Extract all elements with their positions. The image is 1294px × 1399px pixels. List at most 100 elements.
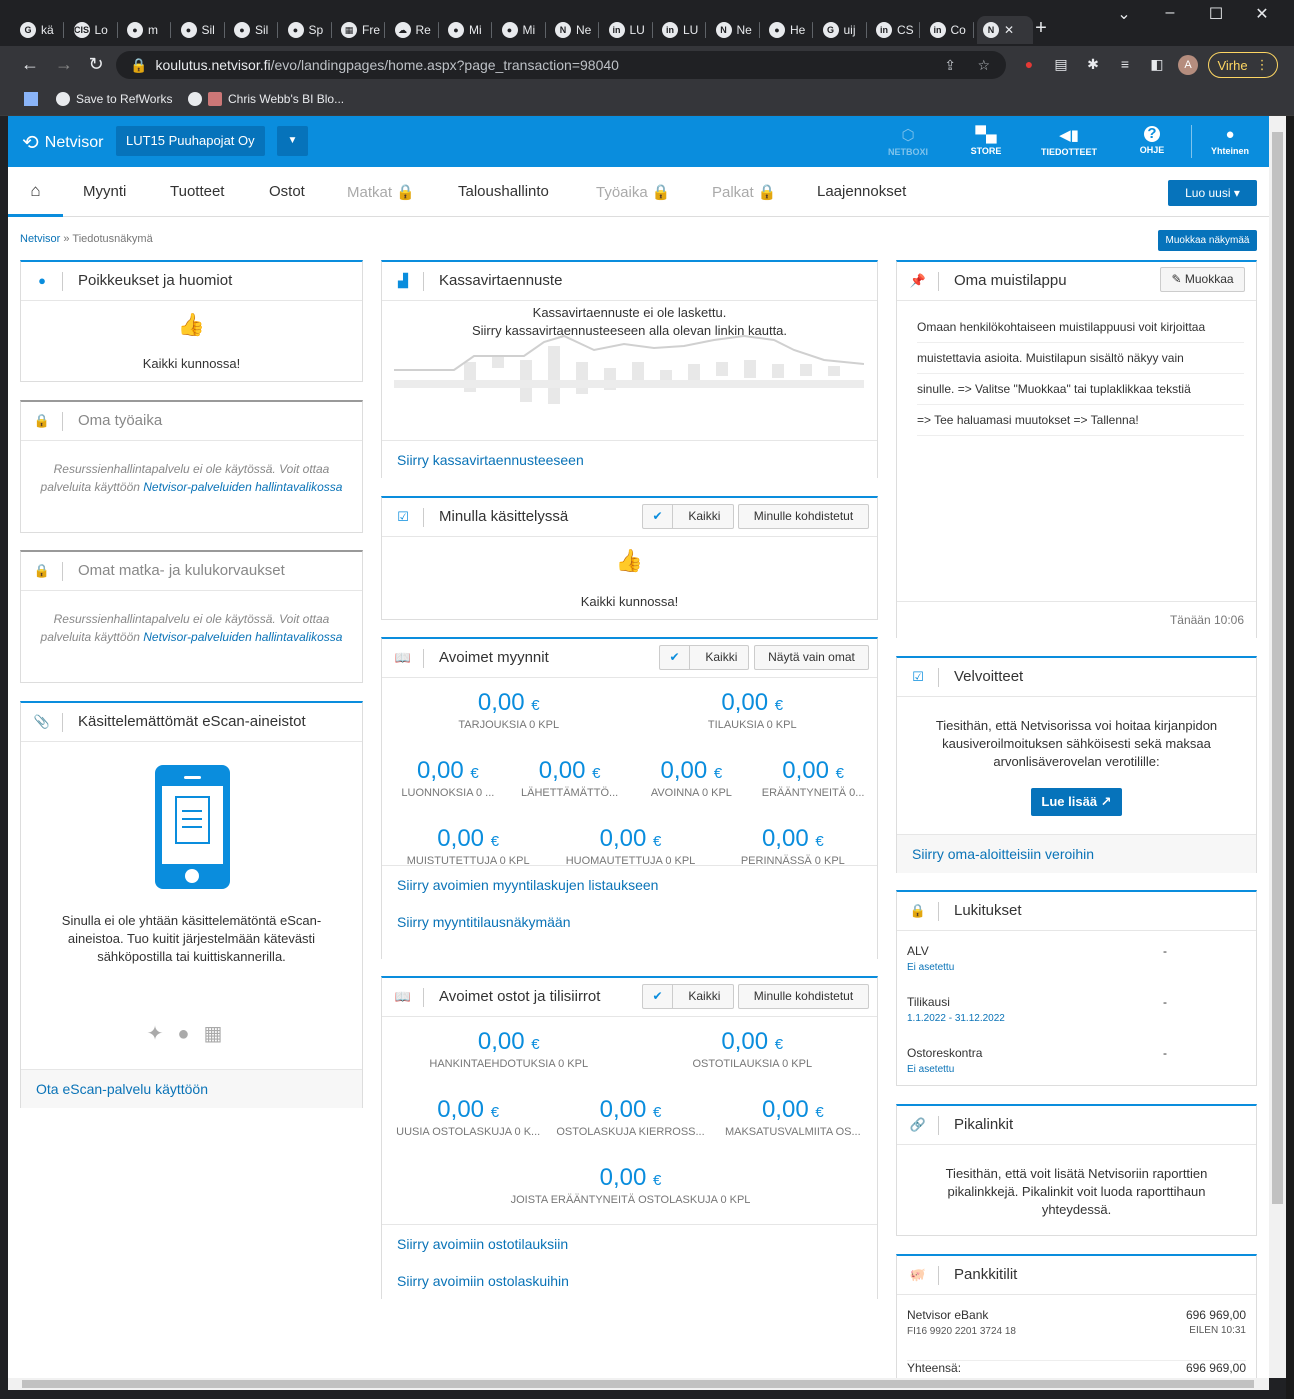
reload-icon[interactable]: ↻ — [84, 54, 108, 75]
logo-text: Netvisor — [44, 133, 104, 151]
sales-orders-link[interactable]: Siirry myyntitilausnäkymään — [397, 914, 571, 930]
menu-tuotteet[interactable]: Tuotteet — [170, 183, 224, 200]
browser-tab[interactable]: ● Sil — [175, 16, 225, 44]
share-icon[interactable]: ⇪ — [944, 57, 956, 74]
browser-tab[interactable]: ▦ Fre — [335, 16, 385, 44]
new-tab-button[interactable]: + — [1030, 18, 1052, 40]
browser-tab[interactable]: ☁ Re — [389, 16, 439, 44]
stat-tile[interactable]: 0,00 € PERINNÄSSÄ 0 KPL — [712, 825, 874, 867]
services-link[interactable]: Netvisor-palveluiden hallintavalikossa — [143, 480, 342, 494]
stat-tile[interactable]: 0,00 € MAKSATUSVALMIITA OS... — [712, 1096, 874, 1138]
tab-favicon-icon: ● — [234, 22, 250, 38]
extension-doc-icon[interactable]: ▤ — [1052, 56, 1070, 74]
browser-tab[interactable]: N ✕ — [977, 16, 1033, 44]
apps-icon[interactable] — [24, 92, 38, 106]
stat-tile[interactable]: 0,00 € JOISTA ERÄÄNTYNEITÄ OSTOLASKUJA 0 … — [387, 1164, 874, 1206]
stat-tile[interactable]: 0,00 € ERÄÄNTYNEITÄ 0... — [752, 757, 874, 799]
menu-myynti[interactable]: Myynti — [83, 183, 126, 200]
stat-tile[interactable]: 0,00 € AVOINNA 0 KPL — [631, 757, 753, 799]
stat-tile[interactable]: 0,00 € TARJOUKSIA 0 KPL — [387, 689, 631, 731]
menu-taloushallinto[interactable]: Taloushallinto — [458, 183, 549, 200]
browser-tab[interactable]: Gkä — [14, 16, 64, 44]
minimize-button[interactable]: – — [1150, 4, 1190, 22]
purchase-orders-link[interactable]: Siirry avoimiin ostotilauksiin — [397, 1236, 568, 1252]
back-icon[interactable]: ← — [18, 54, 42, 75]
kassa-link[interactable]: Siirry kassavirtaennusteeseen — [397, 452, 584, 468]
stat-tile[interactable]: 0,00 € LUONNOKSIA 0 ... — [387, 757, 509, 799]
browser-tab[interactable]: in LU — [603, 16, 653, 44]
services-link[interactable]: Netvisor-palveluiden hallintavalikossa — [143, 630, 342, 644]
stat-tile[interactable]: 0,00 € HANKINTAEHDOTUKSIA 0 KPL — [387, 1028, 631, 1070]
browser-tab[interactable]: in LU — [656, 16, 706, 44]
browser-tab[interactable]: ● He — [763, 16, 813, 44]
browser-tab[interactable]: Guij — [817, 16, 867, 44]
filter-mine-button[interactable]: Minulle kohdistetut — [738, 984, 869, 1009]
company-selector[interactable]: LUT15 Puuhapojat Oy — [116, 126, 265, 156]
error-button[interactable]: Virhe ⋮ — [1208, 52, 1278, 78]
stat-tile[interactable]: 0,00 € LÄHETTÄMÄTTÖ... — [509, 757, 631, 799]
browser-tab[interactable]: in Co — [924, 16, 974, 44]
extensions-puzzle-icon[interactable]: ✱ — [1084, 56, 1102, 74]
vertical-scrollbar[interactable] — [1269, 116, 1286, 1378]
user-button[interactable]: ● Yhteinen — [1200, 126, 1260, 156]
sales-invoices-link[interactable]: Siirry avoimien myyntilaskujen listaukse… — [397, 877, 658, 893]
filter-all-button[interactable]: ✔ Kaikki — [659, 645, 749, 670]
maximize-button[interactable]: ☐ — [1196, 4, 1236, 24]
home-icon[interactable]: ⌂ — [8, 167, 63, 217]
menu-palkat[interactable]: Palkat 🔒 — [712, 183, 777, 201]
tab-search-icon[interactable]: ⌄ — [1104, 4, 1144, 24]
purchase-invoices-link[interactable]: Siirry avoimiin ostolaskuihin — [397, 1273, 569, 1289]
read-more-button[interactable]: Lue lisää ↗ — [1031, 788, 1122, 816]
filter-all-button[interactable]: ✔ Kaikki — [642, 504, 734, 529]
vertical-scrollbar-thumb[interactable] — [1272, 132, 1283, 1204]
taxes-link[interactable]: Siirry oma-aloitteisiin veroihin — [912, 846, 1094, 862]
address-bar[interactable]: 🔒 koulutus.netvisor.fi/evo/landingpages/… — [116, 51, 1006, 79]
filter-all-button[interactable]: ✔ Kaikki — [642, 984, 734, 1009]
bank-account-row[interactable]: Netvisor eBank FI16 9920 2201 3724 18 69… — [907, 1308, 1246, 1337]
menu-matkat[interactable]: Matkat 🔒 — [347, 183, 415, 201]
horizontal-scrollbar-thumb[interactable] — [22, 1380, 1254, 1388]
browser-tab[interactable]: ● Mi — [442, 16, 492, 44]
edit-note-button[interactable]: ✎ Muokkaa — [1160, 267, 1245, 292]
netboxi-button[interactable]: ⬡ NETBOXI — [878, 126, 938, 157]
bookmark-refworks[interactable]: Save to RefWorks — [56, 92, 172, 106]
extension-adblock-icon[interactable]: ● — [1020, 56, 1038, 74]
close-window-button[interactable]: ✕ — [1242, 4, 1282, 24]
menu-ostot[interactable]: Ostot — [269, 183, 305, 200]
stat-tile[interactable]: 0,00 € UUSIA OSTOLASKUJA 0 K... — [387, 1096, 549, 1138]
bookmark-star-icon[interactable]: ☆ — [977, 57, 990, 74]
stat-tile[interactable]: 0,00 € TILAUKSIA 0 KPL — [631, 689, 875, 731]
store-button[interactable]: ▀▄ STORE — [956, 126, 1016, 156]
browser-tab[interactable]: N Ne — [549, 16, 599, 44]
menu-tyoaika[interactable]: Työaika 🔒 — [596, 183, 671, 201]
stat-tile[interactable]: 0,00 € MUISTUTETTUJA 0 KPL — [387, 825, 549, 867]
browser-tab[interactable]: N Ne — [710, 16, 760, 44]
browser-tab[interactable]: CIS Lo — [68, 16, 118, 44]
netvisor-logo[interactable]: ⟲ Netvisor — [22, 130, 103, 155]
stat-tile[interactable]: 0,00 € HUOMAUTETTUJA 0 KPL — [549, 825, 711, 867]
stat-tile[interactable]: 0,00 € OSTOTILAUKSIA 0 KPL — [631, 1028, 875, 1070]
note-text[interactable]: Omaan henkilökohtaiseen muistilappuusi v… — [917, 312, 1244, 436]
browser-tab[interactable]: ● Mi — [496, 16, 546, 44]
filter-own-button[interactable]: Näytä vain omat — [754, 645, 869, 670]
forward-icon[interactable]: → — [52, 54, 76, 75]
breadcrumb-root[interactable]: Netvisor — [20, 233, 60, 245]
media-icon[interactable]: ≡ — [1116, 56, 1134, 74]
side-panel-icon[interactable]: ◧ — [1148, 56, 1166, 74]
escan-enable-link[interactable]: Ota eScan-palvelu käyttöön — [36, 1081, 208, 1097]
browser-tab[interactable]: ● Sil — [228, 16, 278, 44]
edit-view-button[interactable]: Muokkaa näkymää — [1158, 230, 1257, 251]
create-new-button[interactable]: Luo uusi ▾ — [1168, 180, 1257, 206]
tiedotteet-button[interactable]: ◀▮ TIEDOTTEET — [1039, 126, 1099, 157]
ohje-button[interactable]: ? OHJE — [1122, 126, 1182, 156]
profile-avatar[interactable]: A — [1178, 55, 1198, 75]
stat-tile[interactable]: 0,00 € OSTOLASKUJA KIERROSS... — [549, 1096, 711, 1138]
bookmark-blog[interactable]: Chris Webb's BI Blo... — [188, 92, 344, 106]
menu-laajennokset[interactable]: Laajennokset — [817, 183, 906, 200]
company-dropdown-icon[interactable]: ▼ — [277, 126, 308, 156]
browser-tab[interactable]: ● m — [121, 16, 171, 44]
browser-tab[interactable]: ● Sp — [282, 16, 332, 44]
horizontal-scrollbar[interactable] — [8, 1378, 1269, 1390]
filter-mine-button[interactable]: Minulle kohdistetut — [738, 504, 869, 529]
browser-tab[interactable]: in CS — [870, 16, 920, 44]
